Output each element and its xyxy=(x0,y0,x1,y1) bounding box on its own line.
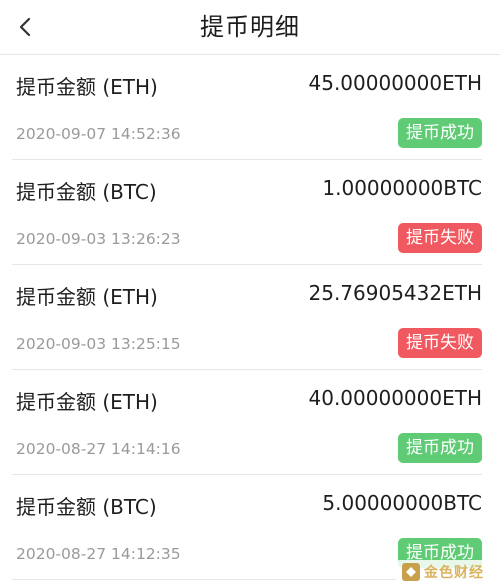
record-timestamp: 2020-09-03 13:26:23 xyxy=(16,230,181,248)
record-amount-value: 45.00000000ETH xyxy=(308,71,483,95)
record-amount-label: 提币金额 (BTC) xyxy=(16,495,157,519)
watermark: 金色财经 xyxy=(396,560,490,584)
status-badge-success: 提币成功 xyxy=(398,433,482,463)
record-timestamp: 2020-09-07 14:52:36 xyxy=(16,125,181,143)
record-timestamp: 2020-08-27 14:14:16 xyxy=(16,440,181,458)
record-timestamp: 2020-09-03 13:25:15 xyxy=(16,335,181,353)
record-amount-value: 5.00000000BTC xyxy=(322,491,482,515)
record-amount-value: 40.00000000ETH xyxy=(308,386,483,410)
record-amount-value: 25.76905432ETH xyxy=(308,281,483,305)
withdrawal-record-list: 提币金额 (ETH) 45.00000000ETH 2020-09-07 14:… xyxy=(0,55,500,580)
record-amount-label: 提币金额 (ETH) xyxy=(16,285,158,309)
withdrawal-record-row[interactable]: 提币金额 (BTC) 1.00000000BTC 2020-09-03 13:2… xyxy=(12,160,482,265)
record-timestamp: 2020-08-27 14:12:35 xyxy=(16,545,181,563)
withdrawal-record-row[interactable]: 提币金额 (ETH) 45.00000000ETH 2020-09-07 14:… xyxy=(12,55,482,160)
withdrawal-record-row[interactable]: 提币金额 (ETH) 25.76905432ETH 2020-09-03 13:… xyxy=(12,265,482,370)
withdrawal-record-row[interactable]: 提币金额 (ETH) 40.00000000ETH 2020-08-27 14:… xyxy=(12,370,482,475)
watermark-text: 金色财经 xyxy=(424,565,484,581)
watermark-logo-icon xyxy=(402,563,420,581)
navigation-header: 提币明细 xyxy=(0,0,500,55)
record-amount-value: 1.00000000BTC xyxy=(322,176,482,200)
record-amount-label: 提币金额 (ETH) xyxy=(16,75,158,99)
status-badge-success: 提币成功 xyxy=(398,118,482,148)
status-badge-failure: 提币失败 xyxy=(398,223,482,253)
record-amount-label: 提币金额 (BTC) xyxy=(16,180,157,204)
page-title: 提币明细 xyxy=(200,13,300,41)
record-amount-label: 提币金额 (ETH) xyxy=(16,390,158,414)
status-badge-failure: 提币失败 xyxy=(398,328,482,358)
